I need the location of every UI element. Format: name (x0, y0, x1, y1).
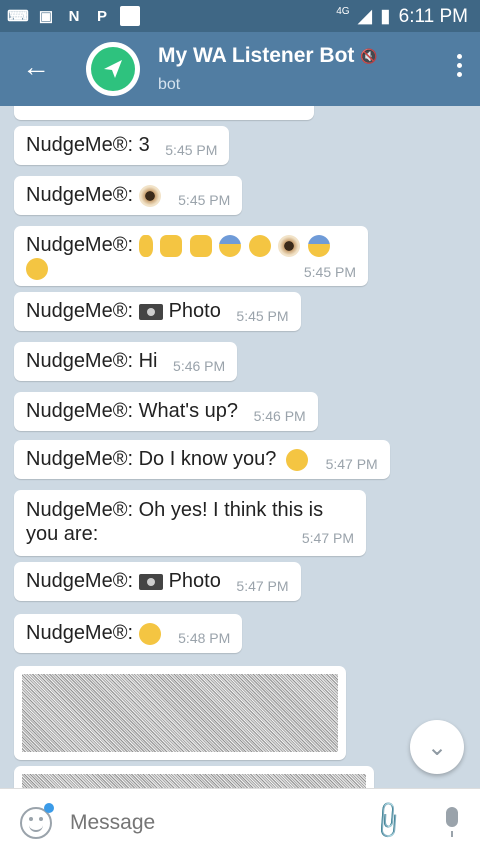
message-sender: NudgeMe®: (26, 448, 134, 470)
message-sender: NudgeMe®: (26, 622, 134, 644)
message-bubble[interactable]: NudgeMe®: 5:48 PM (14, 614, 243, 653)
hand-emoji-icon (138, 234, 153, 257)
message-time: 5:47 PM (325, 456, 378, 472)
eye-emoji-icon (138, 184, 161, 207)
message-time: 5:47 PM (236, 578, 289, 594)
message-text: Do I know you? (138, 448, 277, 470)
message-sender: NudgeMe®: (26, 570, 134, 592)
camera-icon (138, 303, 163, 320)
message-text: Photo (168, 300, 221, 322)
message-text: Hi (138, 350, 158, 372)
message-time: 5:45 PM (236, 308, 289, 324)
message-bubble[interactable]: NudgeMe®: 5:45 PM (14, 226, 368, 286)
paperclip-icon[interactable]: 📎 (365, 798, 410, 843)
message-time: 5:46 PM (173, 358, 226, 374)
microphone-icon[interactable] (446, 807, 458, 837)
message-bubble[interactable]: NudgeMe®: 5:45 PM (14, 176, 243, 215)
eye-emoji-icon (278, 234, 301, 257)
avatar[interactable] (86, 42, 140, 96)
chat-title[interactable]: My WA Listener Bot 🔇 (158, 44, 378, 68)
app-p-icon: P (96, 7, 107, 25)
more-options-icon[interactable] (457, 54, 462, 77)
chevron-down-icon: ⌄ (426, 733, 448, 761)
message-input[interactable] (68, 807, 352, 839)
redacted-photo (22, 774, 366, 788)
message-bubble[interactable]: NudgeMe®: Photo 5:47 PM (14, 562, 301, 601)
back-arrow-icon[interactable]: ← (22, 52, 50, 82)
app-n-icon: N (68, 7, 80, 25)
message-time: 5:45 PM (178, 192, 231, 208)
battery-icon: ▮ (380, 6, 391, 27)
message-input-bar: 📎 (0, 788, 480, 855)
message-time: 5:47 PM (301, 530, 354, 546)
message-time: 5:46 PM (253, 408, 306, 424)
signal-icon: ◢ (357, 6, 373, 27)
message-text: Photo (168, 570, 221, 592)
message-text: What's up? (138, 400, 239, 422)
network-type: 4G (336, 6, 350, 17)
worried-emoji-icon (26, 257, 48, 280)
thinking-emoji-icon (286, 448, 308, 471)
message-sender: NudgeMe®: (26, 184, 134, 206)
message-sender: NudgeMe®: (26, 234, 134, 256)
worried-emoji-icon (248, 234, 271, 257)
message-sender: NudgeMe®: (26, 499, 134, 521)
photo-message[interactable] (14, 666, 346, 760)
muted-icon: 🔇 (360, 47, 378, 64)
message-time: 5:45 PM (165, 142, 218, 158)
message-bubble[interactable]: NudgeMe®: Photo 5:45 PM (14, 292, 301, 331)
message-bubble[interactable]: NudgeMe®: What's up? 5:46 PM (14, 392, 318, 431)
message-bubble[interactable] (14, 106, 314, 120)
message-time: 5:45 PM (303, 264, 356, 280)
pray-emoji-icon (160, 234, 183, 257)
fearful-emoji-icon (219, 234, 242, 257)
message-sender: NudgeMe®: (26, 350, 134, 372)
message-sender: NudgeMe®: (26, 134, 134, 156)
status-bar: ⌨ ▣ N P 4G ◢ ▮ 6:11 PM (0, 0, 480, 32)
notification-icon (120, 6, 140, 26)
message-sender: NudgeMe®: (26, 400, 134, 422)
kiss-emoji-icon (138, 622, 161, 645)
chat-area[interactable]: NudgeMe®: 3 5:45 PM NudgeMe®: 5:45 PM Nu… (0, 106, 480, 788)
message-bubble[interactable]: NudgeMe®: 3 5:45 PM (14, 126, 230, 165)
fearful-emoji-icon (307, 234, 330, 257)
redacted-photo (22, 674, 338, 752)
image-icon: ▣ (38, 8, 54, 25)
chat-title-text: My WA Listener Bot (158, 44, 355, 67)
photo-message[interactable] (14, 766, 374, 788)
scroll-down-button[interactable]: ⌄ (410, 720, 464, 774)
message-bubble[interactable]: NudgeMe®: Oh yes! I think this is you ar… (14, 490, 366, 556)
message-bubble[interactable]: NudgeMe®: Hi 5:46 PM (14, 342, 238, 381)
clock: 6:11 PM (398, 5, 468, 27)
message-bubble[interactable]: NudgeMe®: Do I know you? 5:47 PM (14, 440, 390, 479)
keyboard-icon: ⌨ (7, 8, 29, 25)
camera-icon (138, 573, 163, 590)
message-text: 3 (138, 134, 150, 156)
paper-plane-icon (91, 47, 135, 91)
pray-emoji-icon (189, 234, 212, 257)
message-sender: NudgeMe®: (26, 300, 134, 322)
notification-dot (44, 803, 54, 813)
app-bar: ← My WA Listener Bot 🔇 bot (0, 32, 480, 106)
message-time: 5:48 PM (178, 630, 231, 646)
chat-subtitle: bot (158, 76, 181, 93)
